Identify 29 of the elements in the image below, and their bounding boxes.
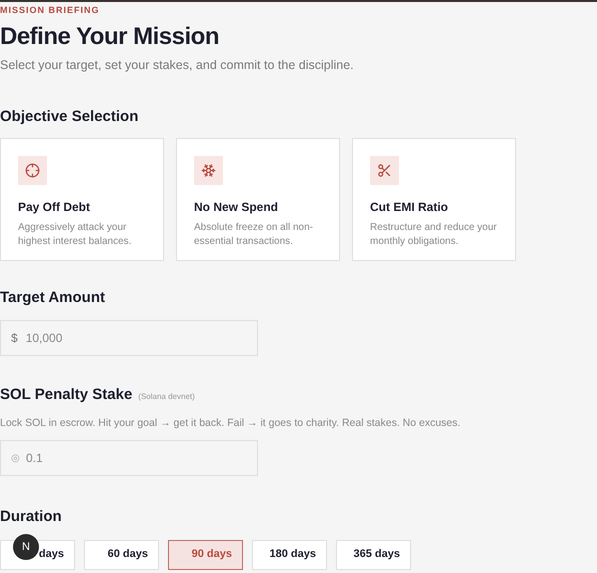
page-subtitle: Select your target, set your stakes, and commit to the discipline. bbox=[0, 57, 355, 74]
sol-prefix: ◎ bbox=[11, 452, 20, 466]
card-description: Restructure and reduce your monthly obligations. bbox=[370, 221, 498, 250]
section-heading: Objective Selection bbox=[0, 106, 140, 127]
section-heading: Target Amount bbox=[0, 288, 106, 308]
eyebrow-label: MISSION BRIEFING bbox=[0, 4, 101, 16]
card-title: Pay Off Debt bbox=[18, 199, 92, 216]
duration-option[interactable]: 90 days bbox=[168, 540, 243, 570]
dollar-prefix: $ bbox=[11, 330, 18, 347]
card-title: No New Spend bbox=[194, 199, 280, 216]
amount-field[interactable]: $ 10,000 bbox=[0, 320, 258, 356]
objective-card[interactable]: Cut EMI Ratio Restructure and reduce your monthly obligations. bbox=[352, 138, 516, 262]
network-note: (Solana devnet) bbox=[138, 390, 195, 403]
objective-card[interactable]: Pay Off Debt Aggressively attack your highest interest balances. bbox=[0, 138, 164, 262]
crosshair-icon bbox=[18, 156, 47, 186]
duration-option[interactable]: 60 days bbox=[84, 540, 159, 570]
objective-card[interactable]: No New Spend Absolute freeze on all non-essential transactions. bbox=[176, 138, 340, 262]
card-description: Absolute freeze on all non-essential transactions. bbox=[194, 221, 314, 250]
dev-tools-menu[interactable]: N bbox=[13, 534, 39, 560]
page-title: Define Your Mission bbox=[0, 22, 220, 52]
section-heading: Duration bbox=[0, 507, 63, 527]
duration-option[interactable]: 180 days bbox=[252, 540, 327, 570]
section-heading: SOL Penalty Stake bbox=[0, 384, 132, 405]
card-description: Aggressively attack your highest interest balances. bbox=[18, 221, 132, 250]
stake-description: Lock SOL in escrow. Hit your goal → get it back. Fail → it goes to charity. Real stakes. No excuses. bbox=[0, 416, 462, 432]
snowflake-icon bbox=[194, 156, 223, 186]
card-title: Cut EMI Ratio bbox=[370, 199, 449, 216]
scissors-icon bbox=[370, 156, 399, 186]
duration-option[interactable]: 365 days bbox=[336, 540, 411, 570]
